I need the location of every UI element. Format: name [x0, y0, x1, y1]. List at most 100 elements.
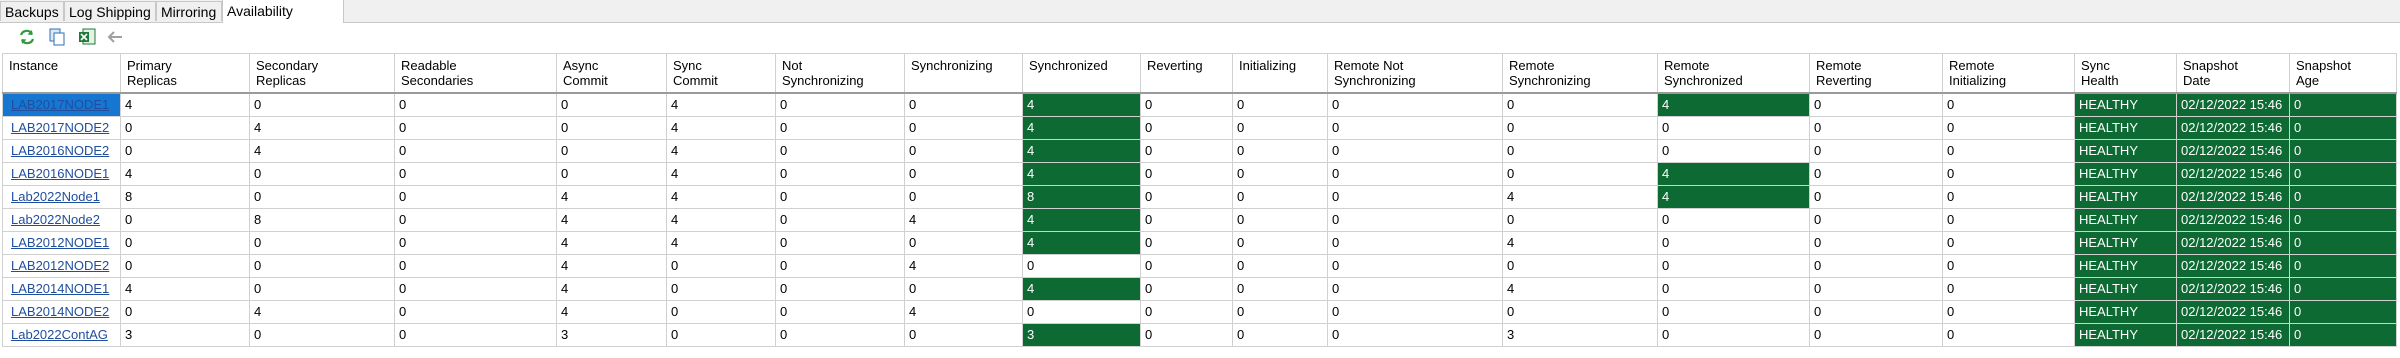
table-cell: 0	[775, 230, 905, 255]
table-cell: 0	[2289, 115, 2397, 140]
table-cell: 4	[556, 207, 667, 232]
table-cell: 0	[904, 138, 1023, 163]
table-cell: 0	[1657, 322, 1810, 347]
table-cell: 0	[120, 138, 250, 163]
table-row[interactable]: Lab2022Node1 8 0 0 4 4 0 0 8 0 0 0 4 4 0 0 HEALTHY 02/12/…	[2, 184, 2397, 209]
instance-link[interactable]: LAB2014NODE2	[2, 299, 121, 324]
tab-strip: Backups Log Shipping Mirroring Availabil…	[0, 0, 2400, 41]
tab-mirroring[interactable]: Mirroring	[156, 1, 222, 21]
instance-link[interactable]: LAB2016NODE1	[2, 161, 121, 186]
instance-link[interactable]: LAB2012NODE1	[2, 230, 121, 255]
table-cell: 4	[1022, 276, 1141, 301]
column-header[interactable]: Async Commit	[556, 53, 667, 94]
column-header[interactable]: Snapshot Date	[2176, 53, 2290, 94]
ag-table: Instance Primary Replicas Secondary Replic…	[2, 53, 2397, 347]
table-cell: 0	[1809, 253, 1943, 278]
table-cell: 0	[1809, 138, 1943, 163]
table-cell: HEALTHY	[2074, 184, 2177, 209]
table-cell: 4	[556, 299, 667, 324]
table-row[interactable]: LAB2012NODE2 0 0 0 4 0 0 4 0 0 0 0 0 0 0 0 HEALTHY 02/12/…	[2, 253, 2397, 278]
column-header[interactable]: Snapshot Age	[2289, 53, 2397, 94]
table-cell: 0	[1327, 253, 1503, 278]
refresh-icon[interactable]	[18, 28, 36, 46]
table-row[interactable]: LAB2014NODE2 0 4 0 4 0 0 4 0 0 0 0 0 0 0 0 HEALTHY 02/12/…	[2, 299, 2397, 324]
instance-link[interactable]: Lab2022Node1	[2, 184, 121, 209]
table-cell: 0	[1232, 299, 1328, 324]
tab-backups[interactable]: Backups	[0, 1, 64, 21]
table-cell: 4	[1657, 184, 1810, 209]
table-row[interactable]: Lab2022ContAG 3 0 0 3 0 0 0 3 0 0 0 3 0 0 0 HEALTHY 02/12…	[2, 322, 2397, 347]
instance-link[interactable]: Lab2022ContAG	[2, 322, 121, 347]
table-cell: 0	[1140, 115, 1233, 140]
column-header[interactable]: Not Synchronizing	[775, 53, 905, 94]
column-header[interactable]: Remote Synchronized	[1657, 53, 1810, 94]
table-cell: 4	[666, 92, 776, 117]
table-cell: 4	[249, 115, 395, 140]
table-cell: 0	[666, 322, 776, 347]
table-row[interactable]: LAB2016NODE1 4 0 0 0 4 0 0 4 0 0 0 0 4 0 0 HEALTHY 02/12/…	[2, 161, 2397, 186]
table-cell: 0	[1140, 138, 1233, 163]
table-cell: 0	[1942, 184, 2075, 209]
table-cell: 0	[1502, 161, 1658, 186]
table-cell: 0	[394, 207, 557, 232]
table-cell: 0	[2289, 92, 2397, 117]
table-cell: 8	[249, 207, 395, 232]
column-header[interactable]: Remote Synchronizing	[1502, 53, 1658, 94]
column-header[interactable]: Remote Initializing	[1942, 53, 2075, 94]
instance-link[interactable]: LAB2017NODE1	[2, 92, 121, 117]
column-header[interactable]: Secondary Replicas	[249, 53, 395, 94]
table-cell: 0	[394, 92, 557, 117]
table-cell: 0	[1232, 138, 1328, 163]
table-cell: 4	[666, 138, 776, 163]
column-header[interactable]: Primary Replicas	[120, 53, 250, 94]
table-cell: 4	[556, 184, 667, 209]
table-cell: 4	[556, 276, 667, 301]
table-row[interactable]: Lab2022Node2 0 8 0 4 4 0 4 4 0 0 0 0 0 0 0 HEALTHY 02/12/…	[2, 207, 2397, 232]
table-cell: 0	[904, 322, 1023, 347]
table-cell: HEALTHY	[2074, 299, 2177, 324]
column-header[interactable]: Initializing	[1232, 53, 1328, 94]
table-cell: 4	[1022, 207, 1141, 232]
table-cell: 0	[249, 230, 395, 255]
table-row[interactable]: LAB2017NODE1 4 0 0 0 4 0 0 4 0 0 0 0 4 0 0 HEALTHY 02/12/…	[2, 92, 2397, 117]
table-cell: 4	[904, 207, 1023, 232]
column-header[interactable]: Readable Secondaries	[394, 53, 557, 94]
column-header[interactable]: Instance	[2, 53, 121, 94]
instance-link[interactable]: LAB2017NODE2	[2, 115, 121, 140]
instance-link[interactable]: LAB2012NODE2	[2, 253, 121, 278]
table-cell: 0	[1140, 299, 1233, 324]
instance-link[interactable]: Lab2022Node2	[2, 207, 121, 232]
table-cell: 0	[249, 276, 395, 301]
column-header[interactable]: Remote Reverting	[1809, 53, 1943, 94]
tab-availability-groups[interactable]: Availability Groups	[222, 0, 344, 41]
table-row[interactable]: LAB2016NODE2 0 4 0 0 4 0 0 4 0 0 0 0 0 0 0 HEALTHY 02/12/…	[2, 138, 2397, 163]
table-cell: 0	[904, 230, 1023, 255]
table-cell: HEALTHY	[2074, 207, 2177, 232]
table-cell: 0	[2289, 276, 2397, 301]
instance-link[interactable]: LAB2016NODE2	[2, 138, 121, 163]
table-row[interactable]: LAB2017NODE2 0 4 0 0 4 0 0 4 0 0 0 0 0 0 0 HEALTHY 02/12/…	[2, 115, 2397, 140]
table-row[interactable]: LAB2012NODE1 0 0 0 4 4 0 0 4 0 0 0 4 0 0 0 HEALTHY 02/12/…	[2, 230, 2397, 255]
column-header[interactable]: Synchronized	[1022, 53, 1141, 94]
table-cell: 0	[1657, 253, 1810, 278]
table-cell: 0	[1140, 184, 1233, 209]
export-excel-icon[interactable]	[78, 28, 96, 46]
table-cell: 0	[2289, 138, 2397, 163]
back-arrow-icon[interactable]	[106, 28, 124, 46]
column-header[interactable]: Sync Commit	[666, 53, 776, 94]
column-header[interactable]: Remote Not Synchronizing	[1327, 53, 1503, 94]
table-cell: 0	[1809, 299, 1943, 324]
instance-link[interactable]: LAB2014NODE1	[2, 276, 121, 301]
table-cell: 0	[1942, 276, 2075, 301]
column-header[interactable]: Sync Health	[2074, 53, 2177, 94]
table-row[interactable]: LAB2014NODE1 4 0 0 4 0 0 0 4 0 0 0 4 0 0 0 HEALTHY 02/12/…	[2, 276, 2397, 301]
table-cell: 0	[249, 161, 395, 186]
table-cell: 0	[1232, 115, 1328, 140]
table-cell: 0	[249, 184, 395, 209]
table-cell: 4	[1502, 276, 1658, 301]
copy-icon[interactable]	[48, 28, 66, 46]
table-cell: 4	[904, 253, 1023, 278]
tab-log-shipping[interactable]: Log Shipping	[64, 1, 156, 21]
column-header[interactable]: Reverting	[1140, 53, 1233, 94]
column-header[interactable]: Synchronizing	[904, 53, 1023, 94]
